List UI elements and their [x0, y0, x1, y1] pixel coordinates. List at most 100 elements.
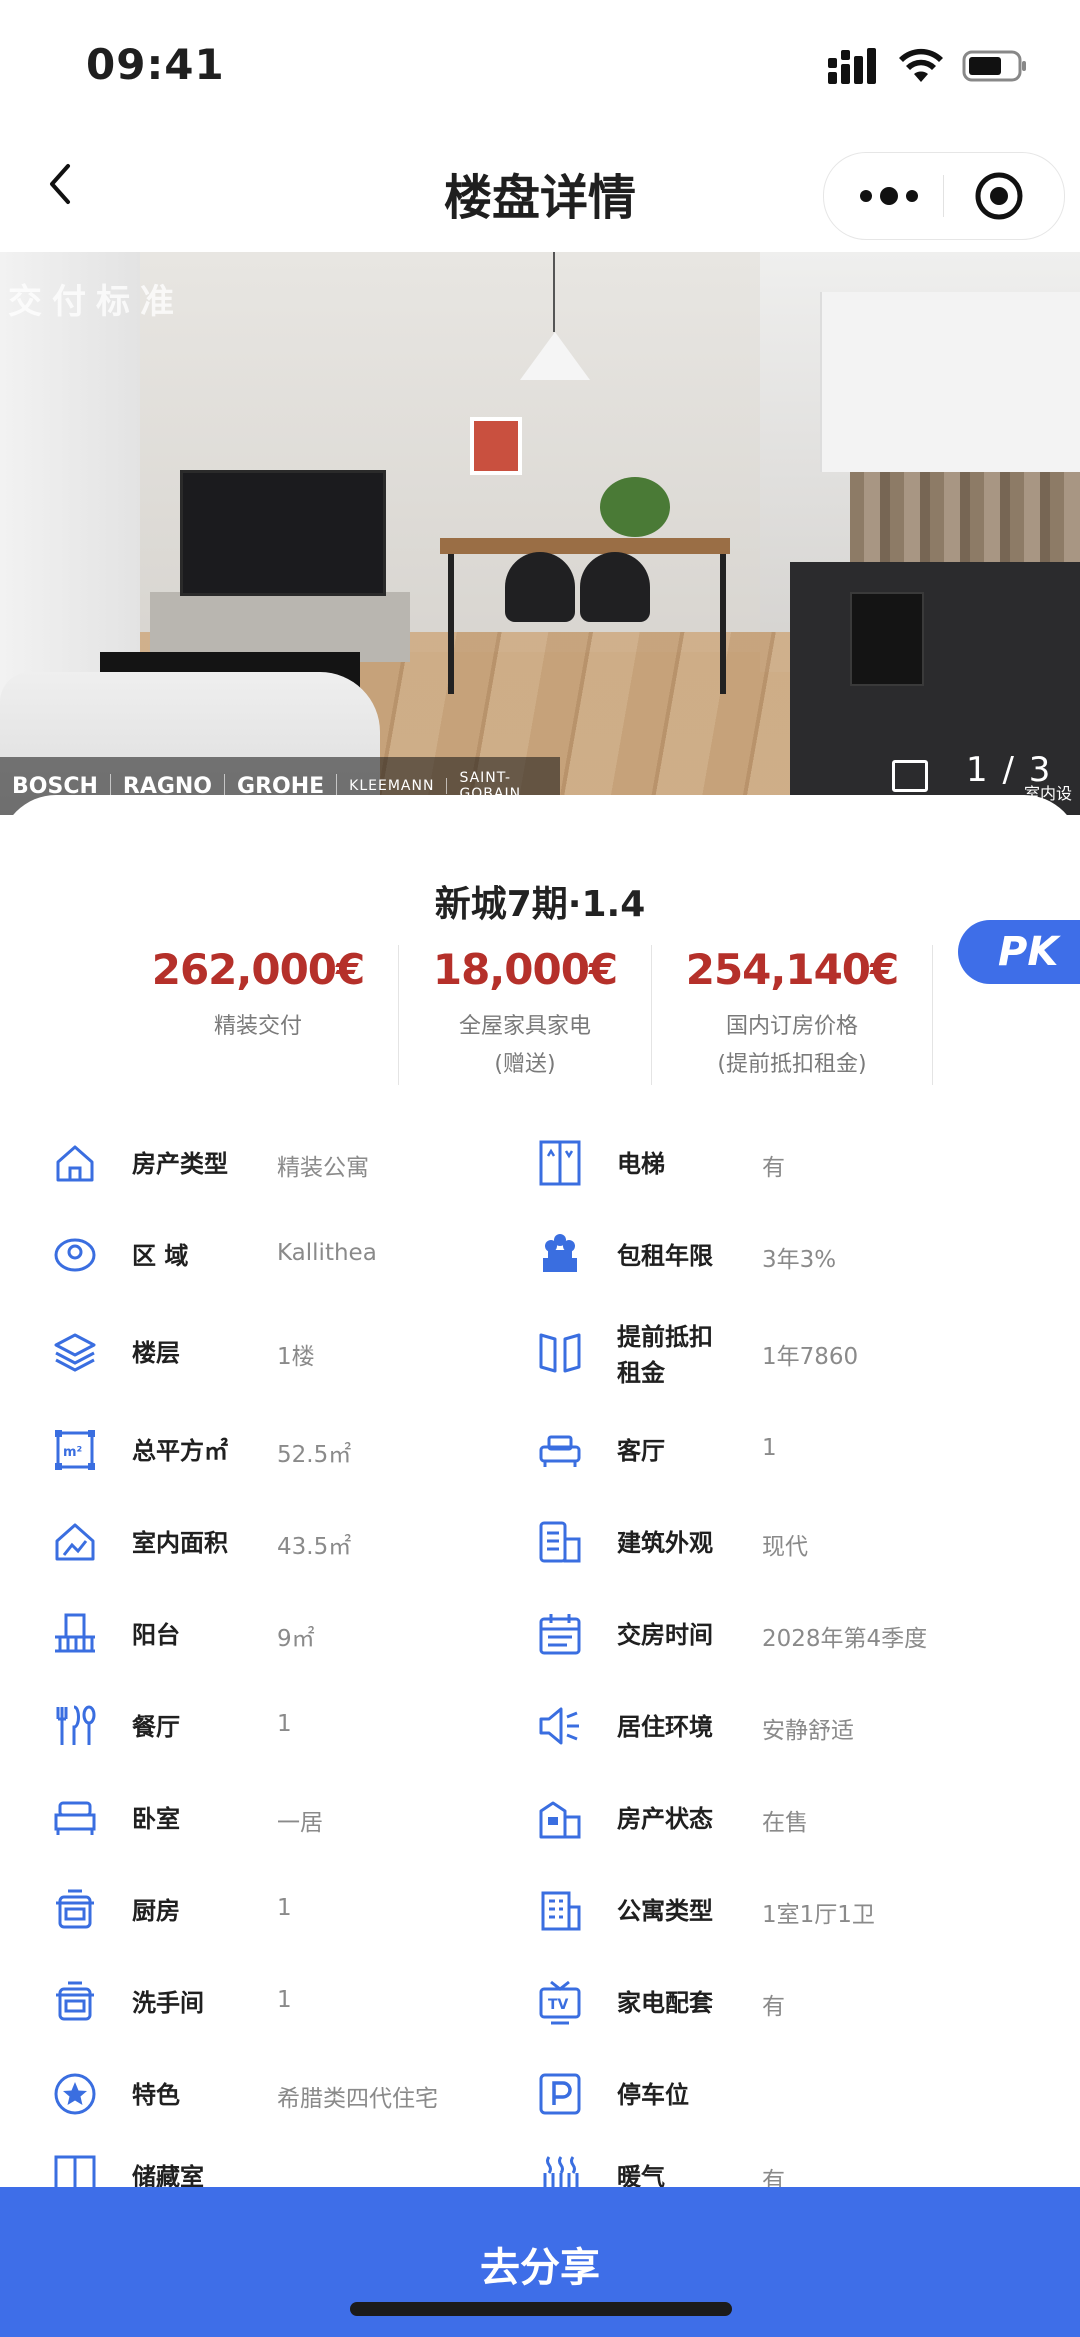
spec-value: 在售 — [762, 1810, 808, 1836]
hero-photo-chair — [505, 552, 575, 622]
status-time: 09:41 — [86, 40, 225, 89]
svg-text:m²: m² — [63, 1445, 82, 1460]
price-value: 254,140€ — [685, 945, 900, 994]
spec-feature: 特色 希腊类四代住宅 — [52, 2059, 572, 2129]
spec-key: 停车位 — [617, 2081, 689, 2109]
spec-building-style: 建筑外观 现代 — [537, 1507, 1057, 1577]
image-icon — [892, 760, 928, 792]
signal-icon — [828, 48, 880, 88]
indoor-icon — [52, 1519, 98, 1565]
hero-photo-wall-picture — [470, 417, 522, 475]
property-title: 新城7期·1.4 — [434, 884, 646, 925]
spec-value: 1 — [277, 1895, 292, 1921]
book-icon — [537, 1329, 583, 1375]
price-label: 精装交付 — [213, 1014, 302, 1039]
spec-value: 希腊类四代住宅 — [277, 2086, 438, 2112]
spec-key: 交房时间 — [617, 1621, 713, 1649]
property-status-icon — [537, 1795, 583, 1841]
spec-heating: 暖气 有 — [537, 2141, 1057, 2187]
layers-icon — [52, 1329, 98, 1375]
lease-icon — [537, 1232, 583, 1278]
spec-value: 1 — [277, 1987, 292, 2013]
hero-photo-table-leg — [448, 554, 454, 694]
storage-icon — [52, 2153, 98, 2187]
spec-key: 客厅 — [617, 1437, 665, 1465]
parking-icon — [537, 2071, 583, 2117]
spec-washroom: 洗手间 1 — [52, 1967, 572, 2037]
hero-photo-tv — [180, 470, 386, 596]
status-bar: 09:41 — [0, 0, 1080, 130]
more-dots-icon — [854, 187, 924, 221]
spec-bedroom: 卧室 一居 — [52, 1783, 572, 1853]
spec-value: Kallithea — [277, 1240, 377, 1266]
elevator-icon — [537, 1140, 583, 1186]
pk-compare-button[interactable]: PK — [958, 920, 1080, 984]
spec-key: 特色 — [132, 2081, 180, 2109]
spec-key: 餐厅 — [132, 1713, 180, 1741]
price-value: 262,000€ — [151, 945, 366, 994]
hero-photo-backsplash — [850, 472, 1080, 562]
hero-photo-table — [440, 538, 730, 554]
spec-property-type: 房产类型 精装公寓 — [52, 1128, 572, 1198]
price-sublabel: (提前抵扣租金) — [717, 1052, 867, 1077]
spec-indoor-area: 室内面积 43.5㎡ — [52, 1507, 572, 1577]
spec-key-line: 租金 — [617, 1359, 665, 1387]
spec-delivery-time: 交房时间 2028年第4季度 — [537, 1599, 1057, 1669]
spec-key: 居住环境 — [617, 1713, 713, 1741]
share-button[interactable]: 去分享 — [0, 2235, 1080, 2293]
hero-photo-lamp — [520, 332, 590, 380]
spec-key: 公寓类型 — [617, 1897, 713, 1925]
spec-parking: 停车位 — [537, 2059, 1057, 2129]
status-icons — [828, 48, 1028, 88]
hero-photo-table-leg — [720, 554, 726, 694]
spec-elevator: 电梯 有 — [537, 1128, 1057, 1198]
tv-icon: TV — [537, 1979, 583, 2025]
more-button[interactable] — [854, 175, 924, 217]
spec-key: 电梯 — [617, 1150, 665, 1178]
building-icon — [537, 1519, 583, 1565]
spec-key: 厨房 — [132, 1897, 180, 1925]
price-sublabel: (赠送) — [494, 1052, 556, 1077]
spec-value: 1年7860 — [762, 1344, 859, 1370]
hero-photo-chair — [580, 552, 650, 622]
spec-key: 暖气 — [617, 2163, 665, 2187]
balcony-icon — [52, 1611, 98, 1657]
price-label: 全屋家具家电 — [458, 1014, 591, 1039]
washroom-icon — [52, 1979, 98, 2025]
spec-value: 安静舒适 — [762, 1718, 854, 1744]
property-detail-card: 新城7期·1.4 PK 262,000€ 精装交付 18,000€ 全屋家具家电… — [0, 795, 1080, 2195]
spec-key: 阳台 — [132, 1621, 180, 1649]
close-button[interactable] — [969, 171, 1029, 221]
spec-key: 区 域 — [132, 1242, 189, 1270]
spec-appliances: TV 家电配套 有 — [537, 1967, 1057, 2037]
spec-balcony: 阳台 9㎡ — [52, 1599, 572, 1669]
price-value: 18,000€ — [432, 945, 618, 994]
price-item: 254,140€ 国内订房价格 (提前抵扣租金) — [652, 945, 933, 1085]
spec-key: 总平方㎡ — [132, 1437, 228, 1465]
spec-total-area: m² 总平方㎡ 52.5㎡ — [52, 1415, 572, 1485]
spec-key: 室内面积 — [132, 1529, 228, 1557]
hero-photo-oven — [850, 592, 924, 686]
spec-kitchen: 厨房 1 — [52, 1875, 572, 1945]
star-icon — [52, 2071, 98, 2117]
heating-icon — [537, 2153, 583, 2187]
spec-key: 洗手间 — [132, 1989, 204, 2017]
home-indicator — [350, 2302, 732, 2316]
spec-value: 1楼 — [277, 1344, 315, 1370]
spec-key: 包租年限 — [617, 1242, 713, 1270]
price-label: 国内订房价格 — [725, 1014, 858, 1039]
spec-value: 一居 — [277, 1810, 323, 1836]
spec-key-line: 提前抵扣 — [617, 1323, 713, 1351]
sofa-icon — [537, 1427, 583, 1473]
svg-text:TV: TV — [548, 1997, 569, 2013]
bed-icon — [52, 1795, 98, 1841]
spec-key: 房产类型 — [132, 1150, 228, 1178]
hero-image-carousel[interactable]: 交付标准 BOSCH RAGNO GROHE KLEEMANN SAINT-GO… — [0, 252, 1080, 815]
house-icon — [52, 1140, 98, 1186]
spec-value: 1 — [762, 1435, 777, 1461]
spec-key: 楼层 — [132, 1339, 180, 1367]
area-icon: m² — [52, 1427, 98, 1473]
apartment-icon — [537, 1887, 583, 1933]
spec-value: 52.5㎡ — [277, 1442, 352, 1468]
spec-rent-deduction: 提前抵扣租金 1年7860 — [537, 1317, 1057, 1387]
